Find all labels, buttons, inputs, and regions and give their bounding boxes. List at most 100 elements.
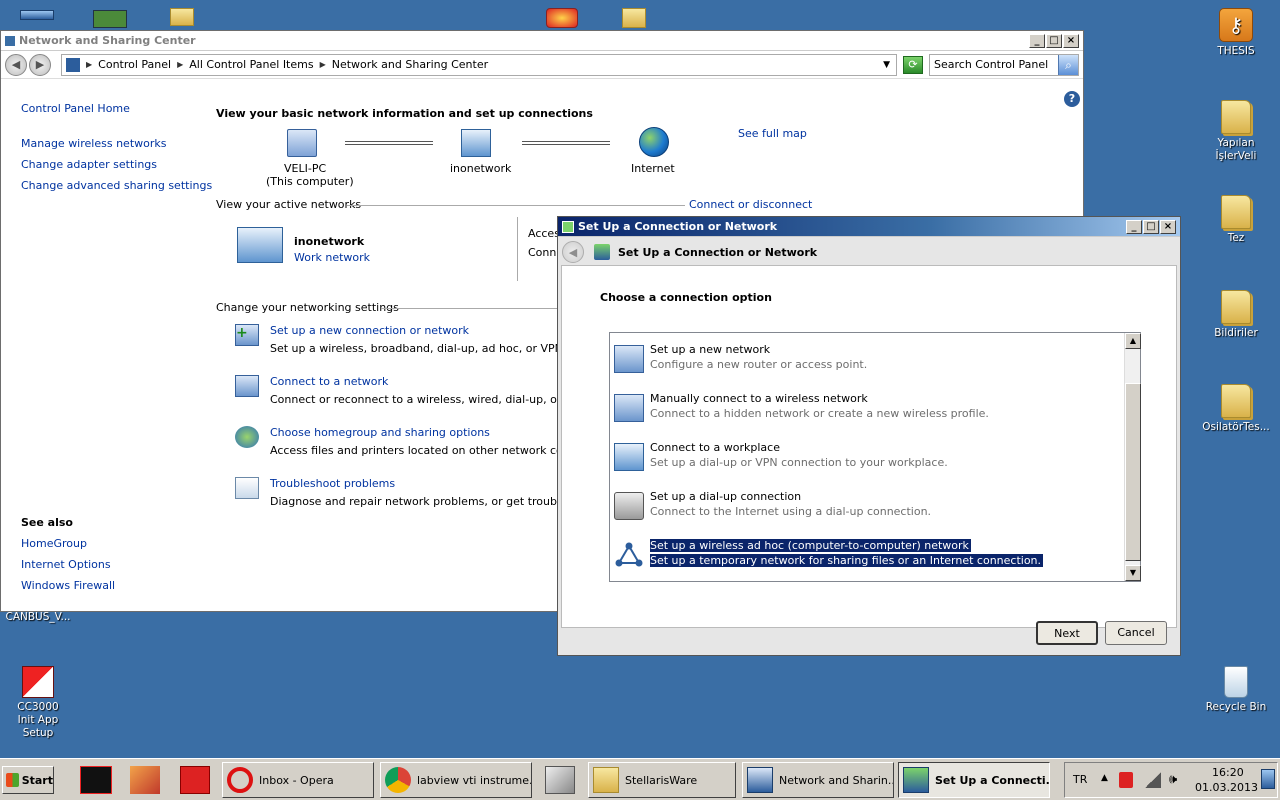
breadcrumb-all-items[interactable]: All Control Panel Items — [189, 58, 313, 71]
desktop-icon-tez[interactable]: Tez — [1198, 195, 1274, 245]
folder-icon — [1221, 290, 1251, 324]
change-adapter-link[interactable]: Change adapter settings — [21, 158, 157, 171]
task-link[interactable]: Troubleshoot problems — [270, 477, 395, 490]
network-signal-icon[interactable] — [1145, 772, 1161, 788]
option-desc: Set up a temporary network for sharing f… — [650, 554, 1044, 567]
desktop-icon-partial-3[interactable] — [170, 8, 194, 26]
list-item-selected[interactable]: Set up a wireless ad hoc (computer-to-co… — [612, 535, 1112, 579]
start-button[interactable]: Start — [2, 766, 54, 794]
scroll-down-arrow-icon[interactable]: ▼ — [1125, 565, 1141, 581]
task-link[interactable]: Choose homegroup and sharing options — [270, 426, 490, 439]
desktop-icon-label: CANBUS_V... — [5, 611, 71, 623]
matlab-icon[interactable] — [130, 766, 160, 794]
help-icon[interactable]: ? — [1064, 91, 1080, 107]
desktop-icon-canbus[interactable]: CANBUS_V... — [0, 611, 76, 624]
dialog-titlebar[interactable]: Set Up a Connection or Network _ □ × — [558, 217, 1180, 237]
taskbar-item-label: Network and Sharin... — [779, 773, 894, 787]
pickit-icon[interactable] — [80, 766, 112, 794]
scroll-up-arrow-icon[interactable]: ▲ — [1125, 333, 1141, 349]
chevron-right-icon[interactable]: ▶ — [177, 60, 183, 69]
volume-icon[interactable]: 🕪 — [1169, 772, 1177, 787]
taskbar-item-label: Inbox - Opera — [259, 773, 334, 787]
taskbar-item-stellarisware[interactable]: StellarisWare — [588, 762, 736, 798]
taskbar-item-setup-connection[interactable]: Set Up a Connecti... — [898, 762, 1050, 798]
breadcrumb[interactable]: ▶ Control Panel ▶ All Control Panel Item… — [61, 53, 897, 76]
connection-options-list[interactable]: Set up a new network Configure a new rou… — [609, 332, 1141, 582]
forward-button[interactable]: ▶ — [29, 53, 51, 76]
troubleshoot-icon — [235, 477, 259, 499]
divider — [381, 308, 561, 309]
taskbar-item-chrome[interactable]: labview vti instrume... — [380, 762, 532, 798]
windows-firewall-link[interactable]: Windows Firewall — [21, 579, 115, 592]
clock-time[interactable]: 16:20 — [1212, 766, 1244, 779]
list-item[interactable]: Set up a new network Configure a new rou… — [612, 339, 1112, 383]
desktop-icon-yapilan-isler[interactable]: Yapılan İşlerVeli — [1198, 100, 1274, 163]
cancel-button[interactable]: Cancel — [1105, 621, 1167, 645]
list-scrollbar[interactable]: ▲ ▼ — [1124, 333, 1141, 581]
desktop-icon-label: OsilatörTes... — [1202, 421, 1270, 433]
chevron-down-icon[interactable]: ▼ — [883, 60, 890, 70]
control-panel-home-link[interactable]: Control Panel Home — [21, 102, 130, 115]
list-item[interactable]: Set up a dial-up connection Connect to t… — [612, 486, 1112, 530]
search-input[interactable]: Search Control Panel ⌕ — [929, 53, 1079, 76]
dialog-title: Set Up a Connection or Network — [578, 220, 778, 233]
see-full-map-link[interactable]: See full map — [738, 127, 807, 140]
connect-disconnect-link[interactable]: Connect or disconnect — [689, 198, 812, 211]
close-button[interactable]: × — [1063, 33, 1079, 48]
maximize-button[interactable]: □ — [1046, 33, 1062, 48]
search-icon[interactable]: ⌕ — [1058, 54, 1078, 75]
change-sharing-link[interactable]: Change advanced sharing settings — [21, 179, 212, 192]
desktop-icon-partial-5[interactable] — [622, 8, 646, 28]
minimize-button[interactable]: _ — [1126, 219, 1142, 234]
close-button[interactable]: × — [1160, 219, 1176, 234]
desktop-icon-label: Tez — [1227, 232, 1245, 244]
next-button[interactable]: Next — [1036, 621, 1098, 645]
desktop-icon-partial-4[interactable] — [546, 8, 578, 28]
desktop-icon-osilator[interactable]: OsilatörTes... — [1198, 384, 1274, 434]
desktop-icon-recycle-bin[interactable]: Recycle Bin — [1198, 666, 1274, 714]
taskbar-item-opera[interactable]: Inbox - Opera — [222, 762, 374, 798]
desktop-icon-thesis[interactable]: ⚷ THESIS — [1198, 8, 1274, 58]
desktop-icon-partial-1[interactable] — [20, 10, 54, 20]
breadcrumb-nsc[interactable]: Network and Sharing Center — [332, 58, 877, 71]
new-network-icon — [614, 345, 644, 373]
cube-icon[interactable] — [545, 766, 575, 794]
dialog-prompt: Choose a connection option — [600, 291, 772, 304]
task-link[interactable]: Set up a new connection or network — [270, 324, 469, 337]
nsc-titlebar[interactable]: Network and Sharing Center _ □ × — [1, 31, 1083, 51]
desktop-icon-partial-2[interactable] — [93, 10, 127, 28]
refresh-icon[interactable]: ⟳ — [903, 55, 923, 74]
list-item[interactable]: Manually connect to a wireless network C… — [612, 388, 1112, 432]
divider — [347, 205, 685, 206]
desktop-icon-label: Bildiriler — [1214, 327, 1258, 339]
show-desktop-button[interactable] — [1261, 769, 1275, 789]
task-link[interactable]: Connect to a network — [270, 375, 388, 388]
adhoc-network-icon — [614, 541, 644, 569]
taskbar-item-nsc[interactable]: Network and Sharin... — [742, 762, 894, 798]
list-item[interactable]: Connect to a workplace Set up a dial-up … — [612, 437, 1112, 481]
breadcrumb-control-panel[interactable]: Control Panel — [98, 58, 171, 71]
desktop-icon-cc3000[interactable]: CC3000 Init App Setup — [0, 666, 76, 740]
scroll-thumb[interactable] — [1125, 383, 1141, 561]
manage-wireless-link[interactable]: Manage wireless networks — [21, 137, 166, 150]
minimize-button[interactable]: _ — [1029, 33, 1045, 48]
back-button[interactable]: ◀ — [5, 53, 27, 76]
settings-title: Change your networking settings — [216, 301, 399, 314]
active-networks-title: View your active networks — [216, 198, 362, 211]
back-button[interactable]: ◀ — [562, 241, 584, 263]
maximize-button[interactable]: □ — [1143, 219, 1159, 234]
desktop-icon-label: Recycle Bin — [1205, 701, 1267, 713]
chevron-up-icon[interactable]: ▲ — [1101, 773, 1108, 783]
language-indicator[interactable]: TR — [1073, 773, 1087, 786]
internet-options-link[interactable]: Internet Options — [21, 558, 111, 571]
clock-date[interactable]: 01.03.2013 — [1195, 781, 1258, 794]
chevron-right-icon[interactable]: ▶ — [86, 60, 92, 69]
option-title: Connect to a workplace — [650, 441, 780, 454]
chevron-right-icon[interactable]: ▶ — [320, 60, 326, 69]
tray-app-icon[interactable] — [1119, 772, 1133, 788]
see-also-title: See also — [21, 516, 73, 529]
network-type-link[interactable]: Work network — [294, 251, 370, 264]
ccs-icon[interactable] — [180, 766, 210, 794]
desktop-icon-bildiriler[interactable]: Bildiriler — [1198, 290, 1274, 340]
homegroup-link[interactable]: HomeGroup — [21, 537, 87, 550]
